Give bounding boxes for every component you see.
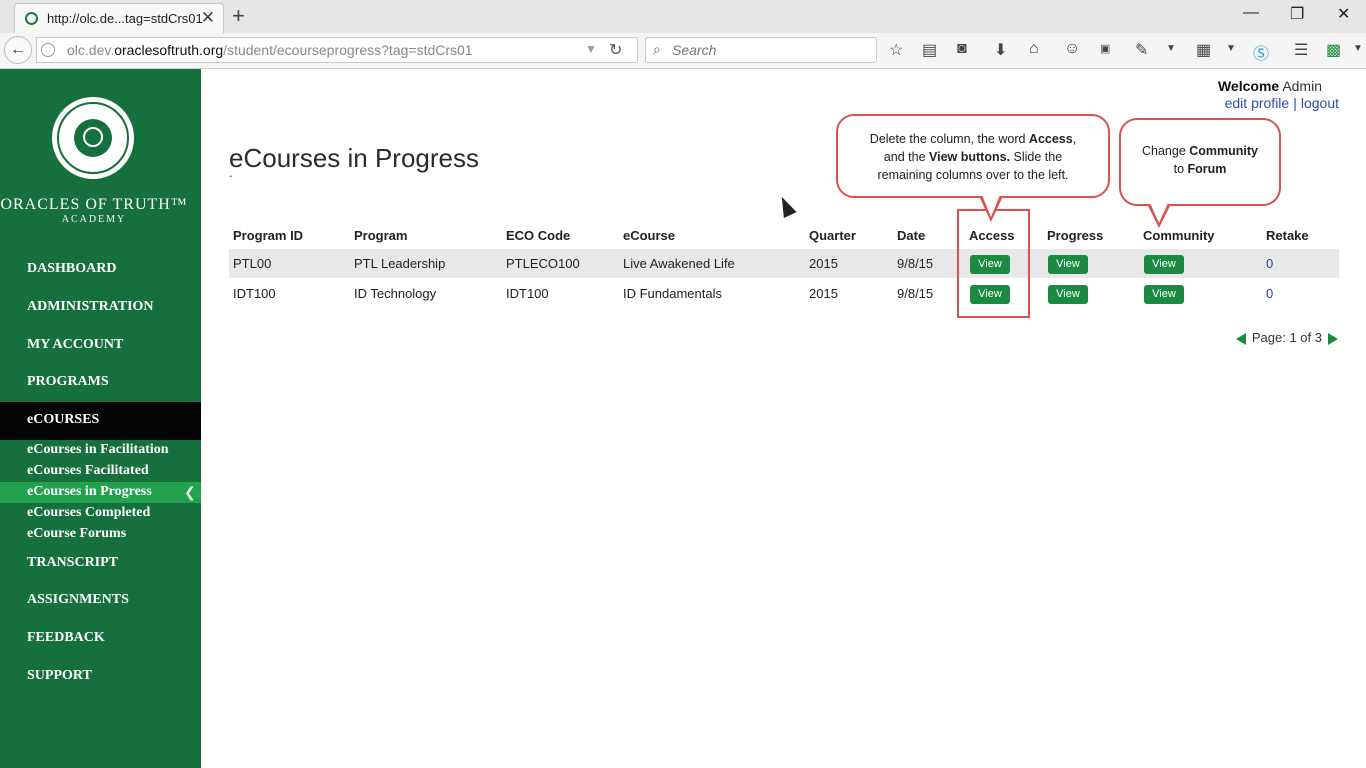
nav-my-account[interactable]: MY ACCOUNT: [27, 337, 123, 353]
prev-page-icon[interactable]: [1235, 332, 1246, 345]
brand-name: ORACLES OF TRUTH™: [0, 196, 188, 213]
skype-icon[interactable]: Ⓢ: [1253, 40, 1269, 64]
browser-tab-bar: http://olc.de...tag=stdCrs01 ✕ + — ❐ ✕: [0, 0, 1366, 34]
subnav-ecourses-facilitated[interactable]: eCourses Facilitated: [27, 463, 149, 479]
home-icon[interactable]: ⌂: [1029, 40, 1039, 58]
access-column-highlight: [957, 209, 1030, 318]
welcome-message: Welcome Admin: [1217, 78, 1322, 94]
search-icon: ⌕: [653, 41, 661, 57]
col-eco-code: ECO Code: [506, 228, 571, 243]
subnav-ecourses-in-facilitation[interactable]: eCourses in Facilitation: [27, 442, 169, 458]
annotation-callout-access: Delete the column, the word Access, and …: [836, 114, 1110, 198]
nav-assignments[interactable]: ASSIGNMENTS: [27, 592, 129, 608]
bookmark-star-icon[interactable]: ☆: [889, 40, 903, 60]
nav-administration[interactable]: ADMINISTRATION: [27, 299, 154, 315]
sidebar: ORACLES OF TRUTH™ ACADEMY DASHBOARD ADMI…: [0, 69, 201, 768]
brush-icon[interactable]: ✎: [1135, 40, 1148, 60]
cell-quarter: 2015: [809, 256, 838, 271]
brand-subtitle: ACADEMY: [61, 214, 127, 225]
mouse-cursor-icon: [775, 193, 797, 219]
link-separator: |: [1293, 95, 1297, 111]
back-arrow-icon[interactable]: ←: [4, 36, 32, 64]
url-dropdown-icon[interactable]: ▼: [585, 42, 597, 56]
subnav-ecourse-forums[interactable]: eCourse Forums: [27, 526, 126, 542]
col-quarter: Quarter: [809, 228, 856, 243]
callout-pointer-fill: [982, 195, 1000, 217]
chat-icon[interactable]: ☺: [1064, 40, 1080, 58]
subnav-ecourses-in-progress[interactable]: eCourses in Progress: [27, 484, 152, 500]
dropdown-icon[interactable]: ▼: [1226, 43, 1236, 54]
col-retake: Retake: [1266, 228, 1309, 243]
page-indicator: Page: 1 of 3: [1251, 330, 1322, 345]
nav-programs[interactable]: PROGRAMS: [27, 374, 109, 390]
col-date: Date: [897, 228, 926, 243]
cell-eco-code: PTLECO100: [506, 256, 580, 271]
user-links: edit profile | logout: [1225, 95, 1339, 111]
dropdown-icon[interactable]: ▼: [1166, 43, 1176, 54]
subnav-ecourses-completed[interactable]: eCourses Completed: [27, 505, 150, 521]
pdf-icon[interactable]: ▦: [1196, 40, 1211, 60]
extension-icon[interactable]: ▩: [1326, 40, 1341, 60]
close-tab-icon[interactable]: ✕: [201, 8, 215, 28]
cell-date: 9/8/15: [897, 286, 934, 301]
community-view-button[interactable]: View: [1144, 255, 1184, 274]
page-title: eCourses in Progress: [229, 143, 479, 174]
search-input[interactable]: ⌕ Search: [645, 37, 877, 63]
progress-view-button[interactable]: View: [1048, 255, 1088, 274]
callout-pointer-fill: [1150, 203, 1168, 223]
nav-ecourses[interactable]: eCOURSES: [27, 412, 99, 428]
col-progress: Progress: [1047, 228, 1104, 243]
cell-ecourse: Live Awakened Life: [623, 256, 735, 271]
cell-quarter: 2015: [809, 286, 838, 301]
new-tab-icon[interactable]: +: [232, 3, 245, 29]
pagination: Page: 1 of 3: [1235, 330, 1338, 345]
nav-support[interactable]: SUPPORT: [27, 668, 92, 684]
download-icon[interactable]: ⬇: [994, 40, 1007, 60]
cell-eco-code: IDT100: [506, 286, 549, 301]
page-subtitle: .: [229, 165, 233, 180]
annotation-callout-community: Change Community to Forum: [1119, 118, 1281, 206]
cell-program: ID Technology: [354, 286, 437, 301]
nav-dashboard[interactable]: DASHBOARD: [27, 261, 116, 277]
globe-icon: [41, 43, 55, 57]
next-page-icon[interactable]: [1328, 332, 1338, 345]
retake-link[interactable]: 0: [1266, 256, 1273, 271]
chevron-left-icon: ❮: [184, 484, 196, 500]
restore-icon[interactable]: ❐: [1290, 4, 1304, 24]
academy-logo[interactable]: [52, 97, 134, 179]
menu-icon[interactable]: ☰: [1294, 40, 1308, 60]
reading-list-icon[interactable]: ▤: [922, 40, 937, 60]
tab-title: http://olc.de...tag=stdCrs01: [47, 11, 203, 26]
address-bar[interactable]: olc.dev.oraclesoftruth.org/student/ecour…: [36, 37, 638, 63]
col-program-id: Program ID: [233, 228, 304, 243]
youtube-icon[interactable]: ▣: [1100, 42, 1110, 55]
nav-feedback[interactable]: FEEDBACK: [27, 630, 105, 646]
dropdown-icon[interactable]: ▼: [1353, 43, 1363, 54]
nav-transcript[interactable]: TRANSCRIPT: [27, 555, 118, 571]
community-view-button[interactable]: View: [1144, 285, 1184, 304]
edit-profile-link[interactable]: edit profile: [1225, 95, 1290, 111]
cell-date: 9/8/15: [897, 256, 934, 271]
progress-view-button[interactable]: View: [1048, 285, 1088, 304]
cell-program-id: IDT100: [233, 286, 276, 301]
cell-ecourse: ID Fundamentals: [623, 286, 722, 301]
url-text: olc.dev.oraclesoftruth.org/student/ecour…: [67, 42, 473, 58]
cell-program: PTL Leadership: [354, 256, 446, 271]
browser-toolbar: ← olc.dev.oraclesoftruth.org/student/eco…: [0, 33, 1366, 69]
reload-icon[interactable]: ↻: [609, 40, 622, 60]
browser-tab[interactable]: http://olc.de...tag=stdCrs01 ✕: [14, 3, 224, 33]
pocket-icon[interactable]: ◙: [957, 40, 967, 58]
retake-link[interactable]: 0: [1266, 286, 1273, 301]
cell-program-id: PTL00: [233, 256, 272, 271]
col-ecourse: eCourse: [623, 228, 676, 243]
minimize-icon[interactable]: —: [1243, 4, 1259, 22]
logo-emblem: [83, 127, 103, 147]
col-program: Program: [354, 228, 408, 243]
search-placeholder: Search: [672, 42, 717, 58]
site-favicon-icon: [25, 12, 38, 25]
col-community: Community: [1143, 228, 1215, 243]
logout-link[interactable]: logout: [1301, 95, 1339, 111]
window-close-icon[interactable]: ✕: [1337, 4, 1350, 24]
